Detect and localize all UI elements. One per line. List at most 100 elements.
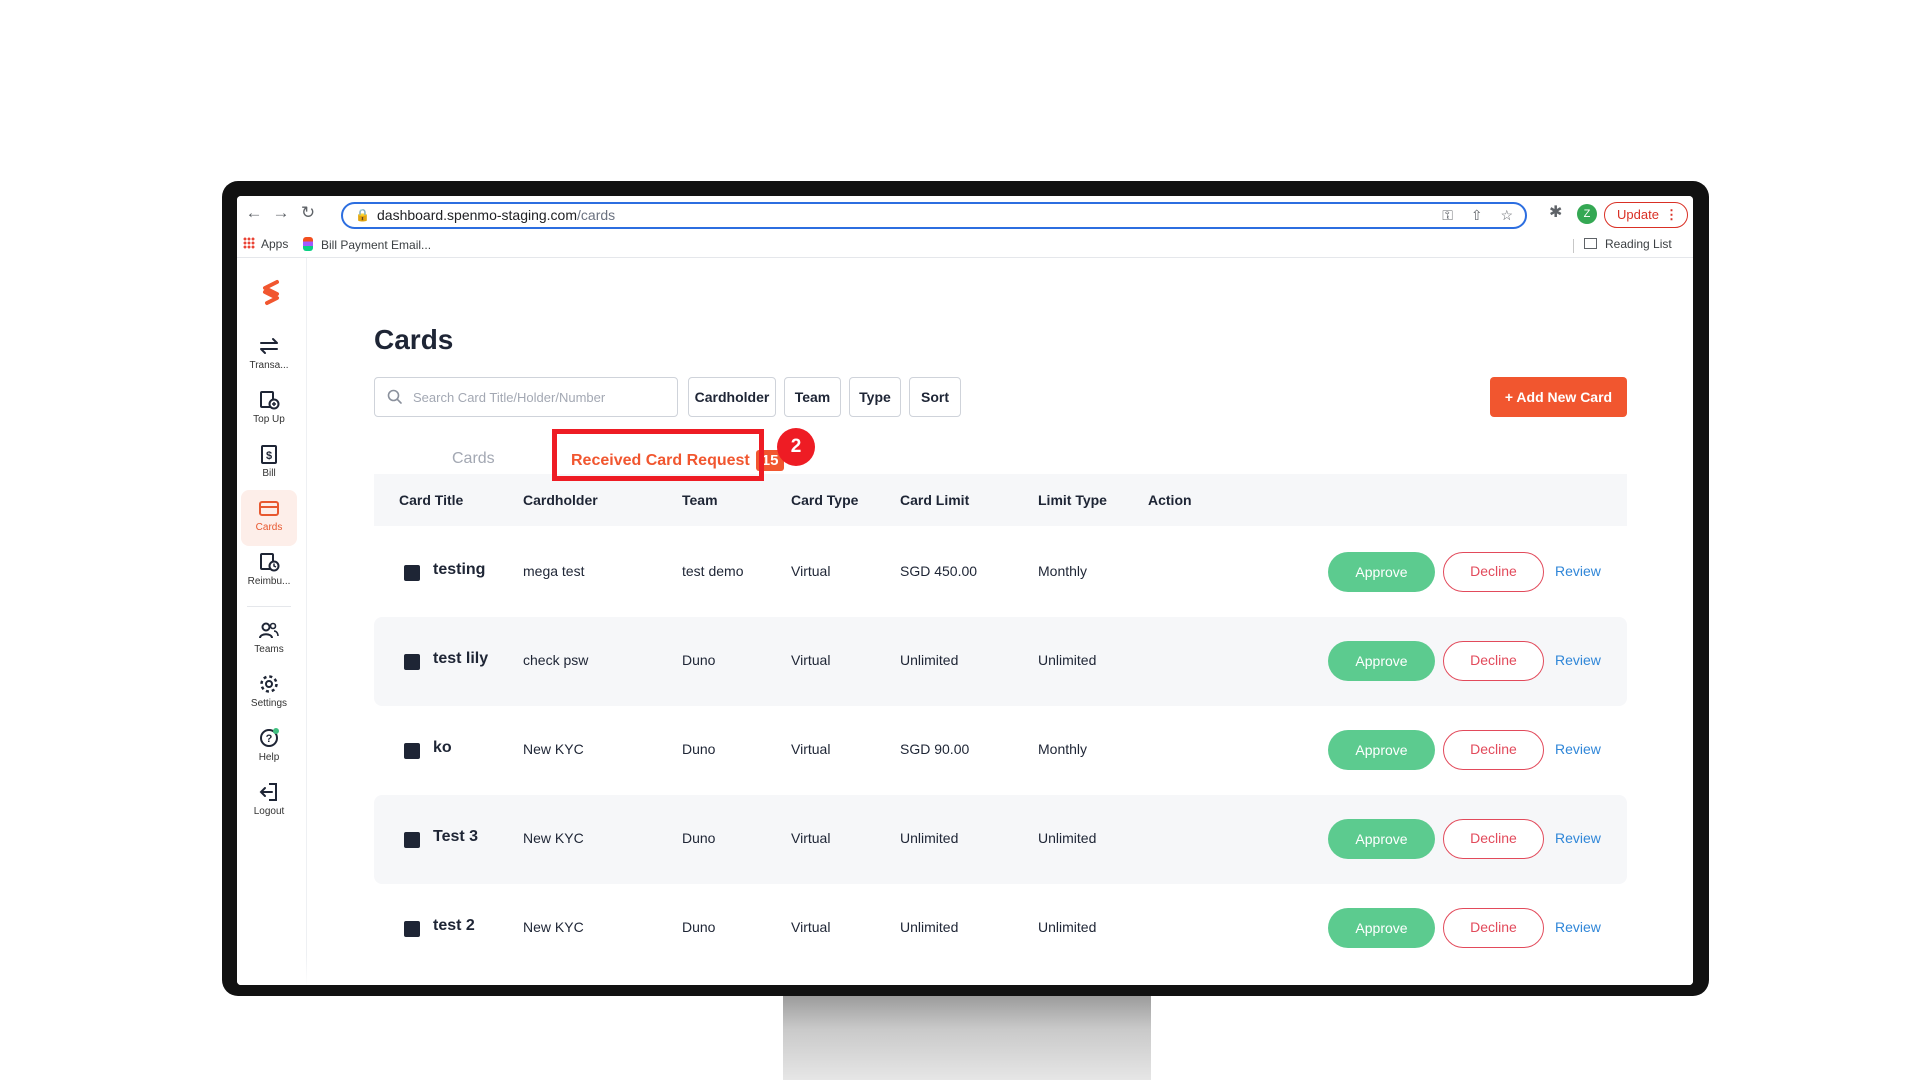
spenmo-logo: [263, 280, 279, 305]
profile-avatar[interactable]: Z: [1577, 204, 1597, 224]
card-type-cell: Virtual: [791, 563, 831, 579]
url-path: /cards: [577, 207, 616, 223]
sidebar-item-logout[interactable]: Logout: [241, 774, 297, 830]
sidebar-item-cards[interactable]: Cards: [241, 490, 297, 546]
review-link[interactable]: Review: [1555, 652, 1601, 668]
sidebar-item-label: Reimbu...: [247, 576, 291, 587]
bookmarks-divider: [1573, 239, 1574, 253]
reading-list[interactable]: Reading List: [1584, 237, 1672, 251]
update-button[interactable]: Update ⋮: [1604, 202, 1688, 228]
address-bar[interactable]: 🔒 dashboard.spenmo-staging.com/cards ⚿ ⇧…: [341, 202, 1527, 229]
filter-type-button[interactable]: Type: [849, 377, 901, 417]
approve-button[interactable]: Approve: [1328, 819, 1435, 859]
sidebar-item-topup[interactable]: Top Up: [241, 382, 297, 438]
team-cell: Duno: [682, 741, 716, 757]
review-link[interactable]: Review: [1555, 830, 1601, 846]
sidebar-item-label: Top Up: [253, 414, 285, 425]
url-text: dashboard.spenmo-staging.com/cards: [377, 207, 615, 223]
card-color-swatch: [404, 832, 420, 848]
app: Transa... Top Up $ Bill Cards Reimbu...: [237, 258, 1693, 985]
team-cell: Duno: [682, 830, 716, 846]
tab-cards[interactable]: Cards: [452, 450, 495, 468]
cardholder-cell: New KYC: [523, 741, 584, 757]
sidebar-item-teams[interactable]: Teams: [241, 612, 297, 668]
bookmark-label: Bill Payment Email...: [321, 238, 432, 252]
card-title: test lily: [433, 650, 489, 667]
figma-icon: [303, 237, 313, 251]
svg-text:?: ?: [266, 733, 273, 745]
add-new-card-button[interactable]: + Add New Card: [1490, 377, 1627, 417]
limit-type-cell: Unlimited: [1038, 830, 1097, 846]
lock-icon: 🔒: [355, 208, 370, 222]
key-icon[interactable]: ⚿: [1442, 207, 1453, 223]
approve-button[interactable]: Approve: [1328, 641, 1435, 681]
decline-button[interactable]: Decline: [1443, 908, 1544, 948]
card-limit-cell: SGD 90.00: [900, 741, 970, 757]
sidebar-item-label: Cards: [255, 522, 283, 533]
filter-team-button[interactable]: Team: [784, 377, 841, 417]
review-link[interactable]: Review: [1555, 741, 1601, 757]
sidebar-item-transactions[interactable]: Transa...: [241, 328, 297, 384]
card-type-cell: Virtual: [791, 741, 831, 757]
transfer-icon: [260, 338, 278, 354]
sidebar-item-label: Help: [258, 752, 280, 763]
table-row: test lily check psw Duno Virtual Unlimit…: [374, 617, 1627, 706]
limit-type-cell: Monthly: [1038, 563, 1088, 579]
sidebar-item-help[interactable]: ? Help: [241, 720, 297, 776]
card-title: testing: [433, 561, 486, 578]
table-row: testing mega test test demo Virtual SGD …: [374, 528, 1627, 617]
monitor-stand: [783, 995, 1151, 1080]
column-header: Card Title: [399, 492, 464, 508]
table-header: Card Title Cardholder Team Card Type Car…: [374, 474, 1627, 526]
review-link[interactable]: Review: [1555, 563, 1601, 579]
approve-button[interactable]: Approve: [1328, 730, 1435, 770]
decline-button[interactable]: Decline: [1443, 641, 1544, 681]
sidebar-divider: [247, 606, 291, 607]
card-limit-cell: Unlimited: [900, 830, 959, 846]
sidebar-item-bill[interactable]: $ Bill: [241, 436, 297, 492]
more-icon: ⋮: [1665, 207, 1678, 222]
topup-icon: [260, 391, 280, 410]
search-icon: [387, 389, 402, 404]
tutorial-highlight-box: [552, 429, 764, 481]
bill-icon: $: [261, 445, 277, 464]
card-icon: [259, 501, 279, 516]
reload-icon[interactable]: ↻: [297, 202, 319, 224]
card-limit-cell: Unlimited: [900, 919, 959, 935]
decline-button[interactable]: Decline: [1443, 819, 1544, 859]
card-color-swatch: [404, 743, 420, 759]
sort-button[interactable]: Sort: [909, 377, 961, 417]
decline-button[interactable]: Decline: [1443, 730, 1544, 770]
column-header: Card Limit: [900, 492, 970, 508]
bookmark-bill-payment[interactable]: Bill Payment Email...: [303, 237, 431, 252]
filter-cardholder-button[interactable]: Cardholder: [688, 377, 776, 417]
card-color-swatch: [404, 565, 420, 581]
star-icon[interactable]: ☆: [1500, 207, 1513, 223]
sidebar-item-label: Transa...: [249, 360, 289, 371]
sidebar-item-settings[interactable]: Settings: [241, 666, 297, 722]
search-input[interactable]: [413, 387, 663, 407]
sidebar-item-reimbursement[interactable]: Reimbu...: [241, 544, 297, 600]
card-type-cell: Virtual: [791, 830, 831, 846]
sidebar-item-label: Logout: [253, 806, 285, 817]
logout-icon: [259, 783, 277, 801]
column-header: Limit Type: [1038, 492, 1107, 508]
limit-type-cell: Unlimited: [1038, 919, 1097, 935]
bookmark-apps[interactable]: Apps: [243, 237, 288, 251]
help-icon: ?: [260, 728, 279, 747]
decline-button[interactable]: Decline: [1443, 552, 1544, 592]
limit-type-cell: Unlimited: [1038, 652, 1097, 668]
url-host: dashboard.spenmo-staging.com: [377, 207, 578, 223]
forward-icon[interactable]: →: [270, 202, 292, 224]
approve-button[interactable]: Approve: [1328, 908, 1435, 948]
back-icon[interactable]: ←: [243, 202, 265, 224]
table-row: ko New KYC Duno Virtual SGD 90.00 Monthl…: [374, 706, 1627, 795]
team-cell: test demo: [682, 563, 744, 579]
apps-grid-icon: [243, 237, 255, 249]
sidebar-item-label: Settings: [250, 698, 288, 709]
review-link[interactable]: Review: [1555, 919, 1601, 935]
approve-button[interactable]: Approve: [1328, 552, 1435, 592]
extensions-icon[interactable]: ✱: [1549, 202, 1562, 222]
monitor-screen: ← → ↻ 🔒 dashboard.spenmo-staging.com/car…: [237, 196, 1693, 985]
share-icon[interactable]: ⇧: [1471, 207, 1483, 223]
